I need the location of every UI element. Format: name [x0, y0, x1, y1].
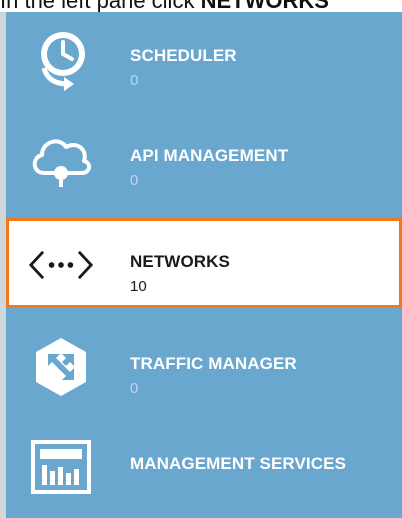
sidebar-item-count: 0 [130, 72, 139, 89]
sidebar-item-scheduler[interactable]: SCHEDULER 0 [6, 12, 402, 102]
api-cloud-icon [28, 126, 94, 192]
sidebar-item-networks[interactable]: NETWORKS 10 [6, 218, 402, 308]
sidebar-item-management-services[interactable]: MANAGEMENT SERVICES [6, 420, 402, 510]
sidebar-item-label: NETWORKS [130, 252, 230, 271]
networks-icon [28, 232, 94, 298]
traffic-manager-icon [28, 334, 94, 400]
sidebar-item-count: 0 [130, 172, 139, 189]
management-services-icon [28, 434, 94, 500]
sidebar-item-label: SCHEDULER [130, 46, 237, 65]
sidebar-item-count: 0 [130, 380, 139, 397]
sidebar-item-label: API MANAGEMENT [130, 146, 289, 165]
sidebar-item-count: 10 [130, 278, 147, 295]
sidebar-item-label: MANAGEMENT SERVICES [130, 454, 347, 473]
sidebar-item-api-management[interactable]: API MANAGEMENT 0 [6, 112, 402, 202]
sidebar-item-traffic-manager[interactable]: TRAFFIC MANAGER 0 [6, 320, 402, 410]
left-pane: SCHEDULER 0 API MANAGEMENT 0 NETWORKS 10… [6, 12, 402, 518]
scheduler-clock-icon [28, 26, 94, 92]
sidebar-item-label: TRAFFIC MANAGER [130, 354, 297, 373]
